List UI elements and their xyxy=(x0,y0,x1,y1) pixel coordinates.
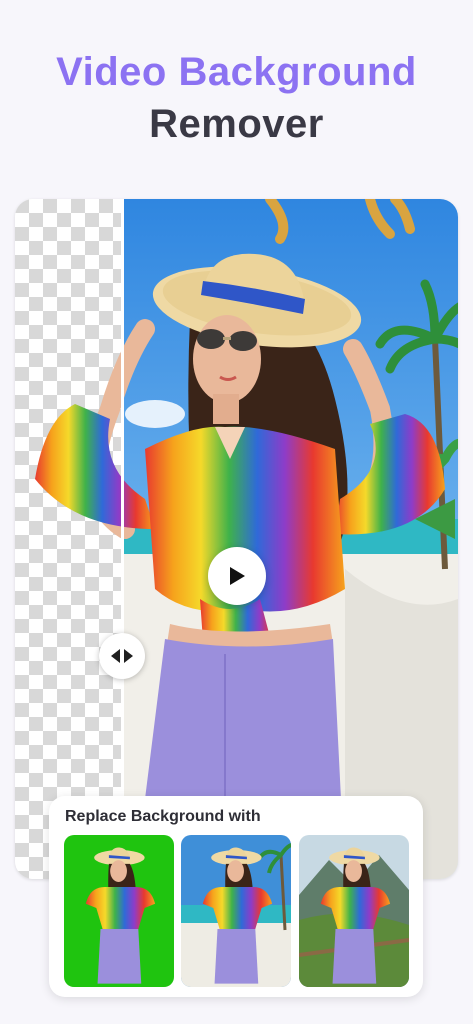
headline-line1: Video Background xyxy=(56,50,417,94)
background-option-mountains[interactable] xyxy=(299,835,409,987)
replace-background-panel: Replace Background with xyxy=(49,796,423,997)
compare-handle[interactable] xyxy=(99,633,145,679)
play-button[interactable] xyxy=(208,547,266,605)
background-option-green[interactable] xyxy=(64,835,174,987)
compare-divider[interactable] xyxy=(121,199,124,879)
play-icon xyxy=(230,567,245,585)
background-option-beach[interactable] xyxy=(181,835,291,987)
headline-line2: Remover xyxy=(149,102,324,146)
panel-title: Replace Background with xyxy=(65,808,261,825)
preview-card xyxy=(15,199,458,879)
preview-scene xyxy=(15,199,458,879)
arrows-left-right-icon xyxy=(111,649,133,663)
